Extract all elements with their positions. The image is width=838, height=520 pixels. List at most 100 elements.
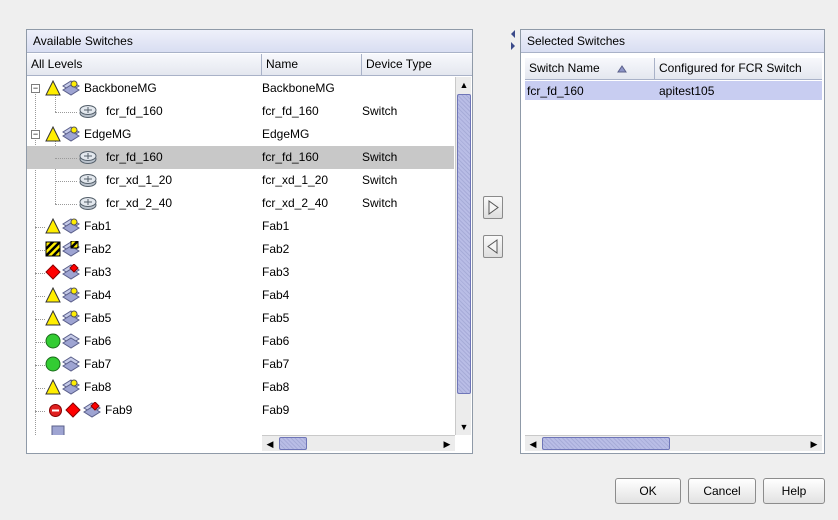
column-header-all-levels[interactable]: All Levels <box>27 54 262 76</box>
tree-row[interactable]: Fab5 Fab5 <box>27 307 454 330</box>
cell-name: Fab9 <box>262 403 290 417</box>
cell-name: Fab8 <box>262 380 290 394</box>
tree-line <box>35 342 45 343</box>
switch-icon <box>79 151 97 164</box>
tree-row[interactable]: Fab4 Fab4 <box>27 284 454 307</box>
tree-line <box>35 365 45 366</box>
available-switches-panel: Available Switches All Levels Name Devic… <box>26 29 473 454</box>
fabric-icon <box>83 402 101 418</box>
collapse-icon[interactable]: − <box>31 84 40 93</box>
fabric-icon <box>62 333 80 349</box>
warning-triangle-icon <box>45 218 61 234</box>
tree-row[interactable]: Fab8 Fab8 <box>27 376 454 399</box>
column-header-name[interactable]: Name <box>262 54 362 76</box>
cell-configured-fcr: apitest105 <box>659 83 715 98</box>
scroll-up-icon[interactable]: ▲ <box>456 77 472 93</box>
tree-row[interactable]: − BackboneMG BackboneMG <box>27 77 454 100</box>
tree-item-label: Fab4 <box>84 288 112 302</box>
tree-line <box>35 250 45 251</box>
cell-name: Fab5 <box>262 311 290 325</box>
tree-row[interactable]: fcr_fd_160 fcr_fd_160 Switch <box>27 100 454 123</box>
selected-switches-title: Selected Switches <box>521 30 824 53</box>
tree-line <box>55 181 77 182</box>
horizontal-scrollbar[interactable]: ◀ ▶ <box>525 435 822 451</box>
available-table-header: All Levels Name Device Type <box>27 54 472 76</box>
fabric-icon <box>62 264 80 280</box>
cell-name: Fab7 <box>262 357 290 371</box>
warning-triangle-icon <box>45 80 61 96</box>
scroll-left-icon[interactable]: ◀ <box>525 436 541 452</box>
tree-item-label: Fab3 <box>84 265 112 279</box>
sort-ascending-icon <box>617 65 627 73</box>
warning-triangle-icon <box>45 310 61 326</box>
cell-name: fcr_xd_2_40 <box>262 196 329 210</box>
scroll-right-icon[interactable]: ▶ <box>439 436 455 452</box>
tree-item-label: Fab5 <box>84 311 112 325</box>
scrollbar-thumb[interactable] <box>279 437 307 450</box>
move-left-button[interactable] <box>483 235 503 258</box>
tree-line <box>35 296 45 297</box>
scrollbar-thumb[interactable] <box>542 437 670 450</box>
move-left-icon <box>487 239 498 254</box>
tree-line <box>35 273 45 274</box>
tree-line <box>55 158 77 159</box>
cell-device-type: Switch <box>362 173 398 187</box>
collapse-icon[interactable]: − <box>31 130 40 139</box>
scrollbar-thumb[interactable] <box>457 94 471 394</box>
healthy-circle-icon <box>45 333 61 349</box>
splitter-collapse-icon[interactable] <box>510 29 516 51</box>
tree-line <box>35 319 45 320</box>
column-header-configured-for-fcr-switch[interactable]: Configured for FCR Switch <box>655 58 822 80</box>
tree-row[interactable]: Fab9 Fab9 <box>27 399 454 422</box>
fabric-group-icon <box>62 126 80 142</box>
tree-row[interactable]: fcr_xd_1_20 fcr_xd_1_20 Switch <box>27 169 454 192</box>
blocked-icon <box>49 404 62 417</box>
switch-icon <box>79 197 97 210</box>
tree-item-label: fcr_xd_2_40 <box>106 196 173 210</box>
horizontal-scrollbar[interactable]: ◀ ▶ <box>262 435 455 451</box>
tree-row[interactable]: Fab1 Fab1 <box>27 215 454 238</box>
selected-table-header: Switch Name Configured for FCR Switch <box>525 58 822 80</box>
tree-row[interactable]: Fab3 Fab3 <box>27 261 454 284</box>
move-right-button[interactable] <box>483 196 503 219</box>
cell-name: fcr_fd_160 <box>262 104 319 118</box>
tree-item-label: fcr_fd_160 <box>106 104 163 118</box>
tree-line <box>35 411 45 412</box>
warning-triangle-icon <box>45 126 61 142</box>
tree-item-label: Fab1 <box>84 219 112 233</box>
tree-row[interactable]: Fab2 Fab2 <box>27 238 454 261</box>
fabric-icon <box>62 356 80 372</box>
switch-icon <box>79 174 97 187</box>
tree-item-label: Fab8 <box>84 380 112 394</box>
column-header-switch-name[interactable]: Switch Name <box>525 58 655 80</box>
healthy-circle-icon <box>45 356 61 372</box>
vertical-scrollbar[interactable]: ▲ ▼ <box>455 77 471 435</box>
scroll-down-icon[interactable]: ▼ <box>456 419 472 435</box>
table-row-selected[interactable]: fcr_fd_160 apitest105 <box>525 81 822 100</box>
cell-device-type: Switch <box>362 150 398 164</box>
cancel-button[interactable]: Cancel <box>688 478 756 504</box>
switch-icon <box>79 105 97 118</box>
tree-row[interactable]: Fab6 Fab6 <box>27 330 454 353</box>
scroll-left-icon[interactable]: ◀ <box>262 436 278 452</box>
column-header-device-type[interactable]: Device Type <box>362 54 472 76</box>
tree-item-label: Fab9 <box>105 403 133 417</box>
error-diamond-icon <box>45 264 61 280</box>
tree-item-label: Fab6 <box>84 334 112 348</box>
cell-name: fcr_xd_1_20 <box>262 173 329 187</box>
tree-item-label: Fab2 <box>84 242 112 256</box>
tree-row-partial[interactable] <box>27 422 454 435</box>
tree-row[interactable]: − EdgeMG EdgeMG <box>27 123 454 146</box>
tree-row-selected[interactable]: fcr_fd_160 fcr_fd_160 Switch <box>27 146 454 169</box>
cell-device-type: Switch <box>362 196 398 210</box>
help-button[interactable]: Help <box>763 478 825 504</box>
tree-row[interactable]: fcr_xd_2_40 fcr_xd_2_40 Switch <box>27 192 454 215</box>
cell-device-type: Switch <box>362 104 398 118</box>
move-right-icon <box>488 200 499 215</box>
ok-button[interactable]: OK <box>615 478 681 504</box>
warning-triangle-icon <box>45 379 61 395</box>
scroll-right-icon[interactable]: ▶ <box>806 436 822 452</box>
cell-name: Fab3 <box>262 265 290 279</box>
tree-row[interactable]: Fab7 Fab7 <box>27 353 454 376</box>
warning-triangle-icon <box>45 287 61 303</box>
